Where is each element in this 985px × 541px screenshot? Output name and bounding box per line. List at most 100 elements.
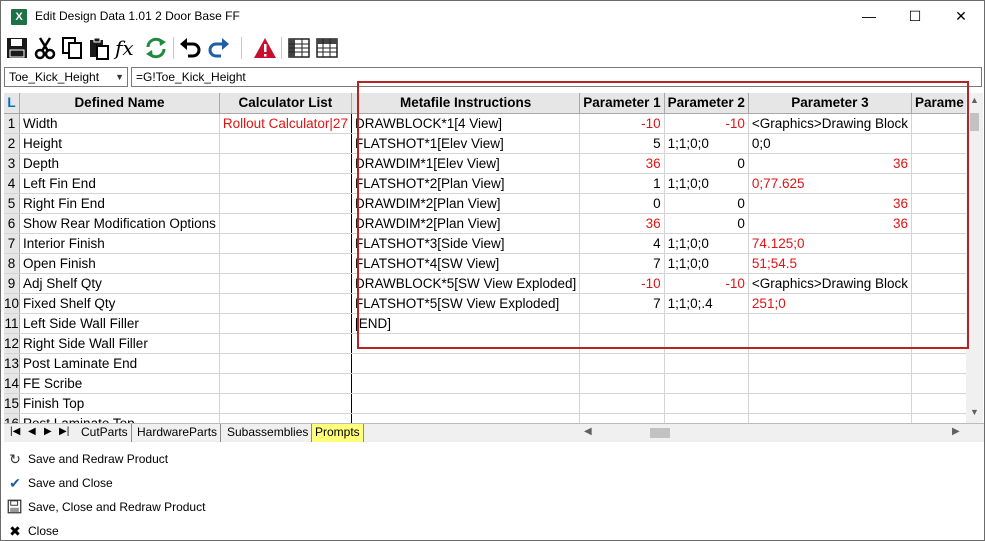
- cell-calculator-list[interactable]: [219, 313, 352, 334]
- cell-calculator-list[interactable]: [219, 413, 352, 423]
- scroll-up-icon[interactable]: ▲: [966, 95, 983, 105]
- cell-parameter-4[interactable]: [911, 333, 966, 354]
- table-view-icon[interactable]: [287, 36, 311, 60]
- cell-calculator-list[interactable]: [219, 293, 352, 314]
- cell-parameter-3[interactable]: [748, 413, 913, 423]
- cell-defined-name[interactable]: Finish Top: [19, 393, 220, 414]
- tab-hardwareparts[interactable]: HardwareParts: [134, 424, 222, 442]
- row-number[interactable]: 5: [4, 193, 21, 214]
- cell-defined-name[interactable]: Right Fin End: [19, 193, 220, 214]
- save-icon[interactable]: [5, 36, 29, 60]
- cell-parameter-2[interactable]: -10: [664, 273, 749, 294]
- column-header[interactable]: Defined Name: [19, 93, 220, 114]
- undo-icon[interactable]: [178, 36, 202, 60]
- row-number[interactable]: 16: [4, 413, 21, 423]
- cell-metafile-instruction[interactable]: FLATSHOT*1[Elev View]: [351, 133, 581, 154]
- scroll-right-icon[interactable]: ▶: [952, 426, 960, 437]
- cell-metafile-instruction[interactable]: [351, 373, 581, 394]
- refresh-icon[interactable]: [144, 36, 168, 60]
- cell-metafile-instruction[interactable]: FLATSHOT*5[SW View Exploded]: [351, 293, 581, 314]
- cut-icon[interactable]: [33, 36, 57, 60]
- cell-defined-name[interactable]: Right Side Wall Filler: [19, 333, 220, 354]
- cell-defined-name[interactable]: Left Fin End: [19, 173, 220, 194]
- cell-metafile-instruction[interactable]: [351, 413, 581, 423]
- cell-parameter-2[interactable]: [664, 353, 749, 374]
- row-number[interactable]: 13: [4, 353, 21, 374]
- cell-metafile-instruction[interactable]: [END]: [351, 313, 581, 334]
- cell-calculator-list[interactable]: [219, 213, 352, 234]
- cell-parameter-1[interactable]: 0: [579, 193, 665, 214]
- scroll-thumb[interactable]: [970, 113, 979, 131]
- cell-parameter-3[interactable]: [748, 313, 913, 334]
- row-number[interactable]: 3: [4, 153, 21, 174]
- cell-parameter-3[interactable]: 36: [748, 193, 913, 214]
- cell-parameter-4[interactable]: [911, 113, 966, 134]
- cell-calculator-list[interactable]: [219, 253, 352, 274]
- cell-parameter-4[interactable]: [911, 193, 966, 214]
- cell-metafile-instruction[interactable]: FLATSHOT*3[Side View]: [351, 233, 581, 254]
- row-number[interactable]: 8: [4, 253, 21, 274]
- last-sheet-icon[interactable]: ▶|: [59, 426, 69, 437]
- warning-icon[interactable]: [253, 36, 277, 60]
- cell-parameter-1[interactable]: -10: [579, 113, 665, 134]
- tab-cutparts[interactable]: CutParts: [78, 424, 132, 442]
- cell-parameter-1[interactable]: [579, 333, 665, 354]
- chevron-down-icon[interactable]: ▼: [115, 70, 124, 84]
- prev-sheet-icon[interactable]: ◀: [28, 426, 36, 437]
- cell-calculator-list[interactable]: [219, 393, 352, 414]
- scroll-left-icon[interactable]: ◀: [584, 426, 592, 437]
- cell-metafile-instruction[interactable]: DRAWDIM*2[Plan View]: [351, 193, 581, 214]
- horizontal-scrollbar[interactable]: ◀ ▶: [584, 424, 969, 442]
- row-number[interactable]: 11: [4, 313, 21, 334]
- cell-parameter-2[interactable]: 1;1;0;0: [664, 133, 749, 154]
- column-header[interactable]: Calculator List: [219, 93, 352, 114]
- row-number[interactable]: 12: [4, 333, 21, 354]
- cell-metafile-instruction[interactable]: DRAWBLOCK*5[SW View Exploded]: [351, 273, 581, 294]
- cell-metafile-instruction[interactable]: [351, 333, 581, 354]
- cell-parameter-1[interactable]: 1: [579, 173, 665, 194]
- cell-parameter-2[interactable]: 0: [664, 213, 749, 234]
- cell-parameter-3[interactable]: 74.125;0: [748, 233, 913, 254]
- function-icon[interactable]: fx: [115, 36, 139, 60]
- next-sheet-icon[interactable]: ▶: [44, 426, 52, 437]
- cell-defined-name[interactable]: Post Laminate Top: [19, 413, 220, 423]
- grid-view-icon[interactable]: [315, 36, 339, 60]
- cell-parameter-3[interactable]: 36: [748, 153, 913, 174]
- cell-calculator-list[interactable]: [219, 333, 352, 354]
- cell-metafile-instruction[interactable]: [351, 393, 581, 414]
- cell-parameter-4[interactable]: [911, 253, 966, 274]
- cell-parameter-1[interactable]: [579, 413, 665, 423]
- cell-parameter-4[interactable]: [911, 393, 966, 414]
- cell-parameter-4[interactable]: [911, 233, 966, 254]
- cell-parameter-4[interactable]: [911, 293, 966, 314]
- row-number[interactable]: 14: [4, 373, 21, 394]
- cell-calculator-list[interactable]: [219, 173, 352, 194]
- row-number[interactable]: 1: [4, 113, 21, 134]
- cell-parameter-1[interactable]: [579, 393, 665, 414]
- cell-defined-name[interactable]: Fixed Shelf Qty: [19, 293, 220, 314]
- cell-parameter-2[interactable]: 1;1;0;0: [664, 253, 749, 274]
- row-number[interactable]: 7: [4, 233, 21, 254]
- cell-calculator-list[interactable]: [219, 193, 352, 214]
- cell-defined-name[interactable]: Open Finish: [19, 253, 220, 274]
- cell-parameter-2[interactable]: 1;1;0;0: [664, 233, 749, 254]
- cell-parameter-2[interactable]: 1;1;0;.4: [664, 293, 749, 314]
- cell-parameter-2[interactable]: 1;1;0;0: [664, 173, 749, 194]
- cell-parameter-3[interactable]: <Graphics>Drawing Block: [748, 113, 913, 134]
- cell-parameter-3[interactable]: 0;77.625: [748, 173, 913, 194]
- cell-defined-name[interactable]: Depth: [19, 153, 220, 174]
- paste-icon[interactable]: [87, 36, 111, 60]
- cell-parameter-1[interactable]: [579, 313, 665, 334]
- name-box[interactable]: Toe_Kick_Height ▼: [4, 67, 128, 87]
- cell-defined-name[interactable]: Show Rear Modification Options: [19, 213, 220, 234]
- maximize-button[interactable]: ☐: [892, 1, 938, 32]
- cell-defined-name[interactable]: Width: [19, 113, 220, 134]
- cell-metafile-instruction[interactable]: FLATSHOT*2[Plan View]: [351, 173, 581, 194]
- cell-parameter-4[interactable]: [911, 153, 966, 174]
- cell-parameter-1[interactable]: 36: [579, 213, 665, 234]
- cell-parameter-4[interactable]: [911, 133, 966, 154]
- cell-defined-name[interactable]: Left Side Wall Filler: [19, 313, 220, 334]
- save-close-redraw-item[interactable]: Save, Close and Redraw Product: [1, 495, 984, 519]
- cell-metafile-instruction[interactable]: DRAWDIM*2[Plan View]: [351, 213, 581, 234]
- vertical-scrollbar[interactable]: ▲ ▼: [966, 93, 983, 423]
